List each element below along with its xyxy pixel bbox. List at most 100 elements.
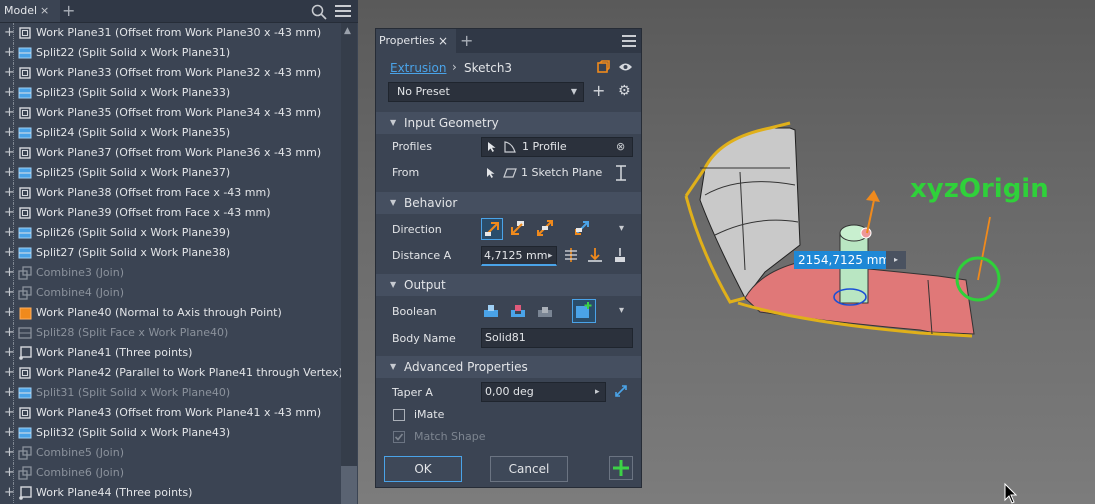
tree-item[interactable]: + Work Plane41 (Three points) xyxy=(0,343,340,363)
tree-item[interactable]: + Work Plane37 (Offset from Work Plane36 … xyxy=(0,143,340,163)
tree-item[interactable]: + Split26 (Split Solid x Work Plane39) xyxy=(0,223,340,243)
tree-item[interactable]: + Work Plane35 (Offset from Work Plane34 … xyxy=(0,103,340,123)
expand-icon[interactable]: + xyxy=(4,223,15,243)
cancel-button[interactable]: Cancel xyxy=(490,456,568,482)
search-icon[interactable] xyxy=(311,4,327,20)
tree-item[interactable]: + Split24 (Split Solid x Work Plane35) xyxy=(0,123,340,143)
gear-icon[interactable]: ⚙ xyxy=(618,83,631,99)
tree-item[interactable]: + Work Plane39 (Offset from Face x -43 mm… xyxy=(0,203,340,223)
measure-midplane-icon[interactable] xyxy=(563,247,579,263)
extents-icon[interactable] xyxy=(615,165,627,181)
hamburger-menu-icon[interactable] xyxy=(335,4,351,18)
add-tab-icon[interactable]: + xyxy=(460,29,473,53)
boolean-cut-button[interactable] xyxy=(508,300,530,322)
add-tab-icon[interactable]: + xyxy=(62,0,75,22)
direction-symmetric-button[interactable] xyxy=(535,218,557,240)
expand-icon[interactable]: + xyxy=(4,183,15,203)
expand-icon[interactable]: + xyxy=(4,243,15,263)
extent-to-icon[interactable] xyxy=(587,247,603,263)
expand-icon[interactable]: + xyxy=(4,403,15,423)
tree-item[interactable]: + Combine4 (Join) xyxy=(0,283,340,303)
flip-taper-icon[interactable] xyxy=(614,384,628,398)
expand-icon[interactable]: + xyxy=(4,263,15,283)
extent-through-all-icon[interactable] xyxy=(612,247,628,263)
scrollbar-thumb[interactable] xyxy=(341,466,357,504)
tree-item[interactable]: + Work Plane44 (Three points) xyxy=(0,483,340,503)
expand-icon[interactable]: + xyxy=(4,363,15,383)
tree-item[interactable]: + Combine6 (Join) xyxy=(0,463,340,483)
tree-item[interactable]: + Work Plane31 (Offset from Work Plane30 … xyxy=(0,23,340,43)
expand-icon[interactable]: + xyxy=(4,323,15,343)
boolean-intersect-button[interactable] xyxy=(535,300,557,322)
tree-item[interactable]: + Combine3 (Join) xyxy=(0,263,340,283)
preset-dropdown[interactable]: No Preset ▼ xyxy=(388,82,584,102)
tree-item[interactable]: + Work Plane43 (Offset from Work Plane41 … xyxy=(0,403,340,423)
match-shape-checkbox[interactable] xyxy=(393,431,405,443)
section-output[interactable]: ▼ Output xyxy=(376,274,641,296)
expand-icon[interactable]: + xyxy=(4,463,15,483)
expand-icon[interactable]: + xyxy=(4,423,15,443)
expand-icon[interactable]: + xyxy=(4,43,15,63)
body-name-input[interactable]: Solid81 xyxy=(481,328,633,348)
tree-item[interactable]: + Combine5 (Join) xyxy=(0,443,340,463)
tree-item[interactable]: + Work Plane42 (Parallel to Work Plane41 … xyxy=(0,363,343,383)
direction-flipped-button[interactable] xyxy=(508,218,530,240)
add-preset-button[interactable]: + xyxy=(592,81,605,100)
breadcrumb-extrusion-link[interactable]: Extrusion xyxy=(390,61,446,75)
hamburger-menu-icon[interactable] xyxy=(622,35,636,47)
tree-item[interactable]: + Split27 (Split Solid x Work Plane38) xyxy=(0,243,340,263)
tree-item[interactable]: + Split32 (Split Solid x Work Plane43) xyxy=(0,423,340,443)
section-input-geometry[interactable]: ▼ Input Geometry xyxy=(376,112,641,134)
ok-button[interactable]: OK xyxy=(384,456,462,482)
distance-dimension-input[interactable]: 2154,7125 mm xyxy=(794,251,895,269)
apply-and-new-button[interactable] xyxy=(609,456,633,480)
scrollbar-track[interactable] xyxy=(341,23,357,504)
tree-item[interactable]: + Split28 (Split Face x Work Plane40) xyxy=(0,323,340,343)
close-icon[interactable]: × xyxy=(438,29,448,53)
section-behavior[interactable]: ▼ Behavior xyxy=(376,192,641,214)
direction-dropdown-caret[interactable]: ▾ xyxy=(619,223,624,234)
tree-item[interactable]: + Work Plane33 (Offset from Work Plane32 … xyxy=(0,63,340,83)
tree-item[interactable]: + Split25 (Split Solid x Work Plane37) xyxy=(0,163,340,183)
expand-icon[interactable]: + xyxy=(4,83,15,103)
eye-icon[interactable] xyxy=(618,62,633,72)
boolean-join-button[interactable] xyxy=(481,300,503,322)
tree-item[interactable]: + Split31 (Split Solid x Work Plane40) xyxy=(0,383,340,403)
expand-icon[interactable]: + xyxy=(4,63,15,83)
direction-default-button[interactable] xyxy=(481,218,503,240)
section-advanced-properties[interactable]: ▼ Advanced Properties xyxy=(376,356,641,378)
tab-model[interactable]: Model × xyxy=(0,0,60,22)
tree-item[interactable]: + Split23 (Split Solid x Work Plane33) xyxy=(0,83,340,103)
distance-a-flyout-icon[interactable]: ▸ xyxy=(548,247,553,265)
profiles-selector[interactable]: 1 Profile ⊗ xyxy=(481,137,633,157)
expand-icon[interactable]: + xyxy=(4,383,15,403)
clear-icon[interactable]: ⊗ xyxy=(616,138,625,156)
expand-icon[interactable]: + xyxy=(4,443,15,463)
expand-icon[interactable]: + xyxy=(4,23,15,43)
boolean-dropdown-caret[interactable]: ▾ xyxy=(619,305,624,316)
expand-icon[interactable]: + xyxy=(4,123,15,143)
from-selector[interactable]: 1 Sketch Plane xyxy=(481,163,605,183)
expand-icon[interactable]: + xyxy=(4,203,15,223)
tree-item[interactable]: + Work Plane40 (Normal to Axis through Po… xyxy=(0,303,340,323)
expand-icon[interactable]: + xyxy=(4,143,15,163)
part-icon[interactable] xyxy=(597,60,610,73)
expand-icon[interactable]: + xyxy=(4,483,15,503)
expand-icon[interactable]: + xyxy=(4,163,15,183)
distance-a-input[interactable]: 4,7125 mm ▸ xyxy=(481,246,557,266)
tree-item[interactable]: + Split22 (Split Solid x Work Plane31) xyxy=(0,43,340,63)
scroll-up-icon[interactable]: ▲ xyxy=(344,26,351,36)
direction-asymmetric-button[interactable] xyxy=(572,218,594,240)
boolean-new-solid-button[interactable] xyxy=(572,299,596,323)
expand-icon[interactable]: + xyxy=(4,283,15,303)
expand-icon[interactable]: + xyxy=(4,303,15,323)
expand-icon[interactable]: + xyxy=(4,103,15,123)
tab-properties[interactable]: Properties × xyxy=(376,29,456,53)
taper-a-flyout-icon[interactable]: ▸ xyxy=(595,383,600,401)
dimension-flyout-button[interactable]: ▸ xyxy=(886,251,906,269)
close-icon[interactable]: × xyxy=(40,0,49,22)
taper-a-input[interactable]: 0,00 deg ▸ xyxy=(481,382,606,402)
expand-icon[interactable]: + xyxy=(4,343,15,363)
imate-checkbox[interactable] xyxy=(393,409,405,421)
tree-item[interactable]: + Work Plane38 (Offset from Face x -43 mm… xyxy=(0,183,340,203)
